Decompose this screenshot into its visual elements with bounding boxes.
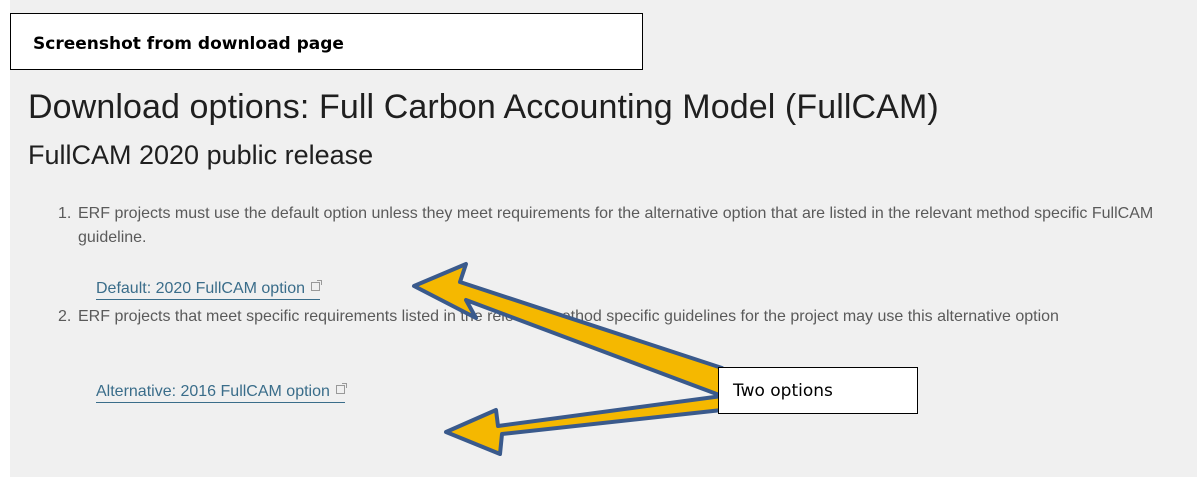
arrow-to-default-link	[412, 262, 724, 398]
annotation-arrows	[412, 262, 724, 456]
arrow-to-alternative-link	[444, 394, 724, 456]
two-options-callout: Two options	[718, 367, 918, 414]
